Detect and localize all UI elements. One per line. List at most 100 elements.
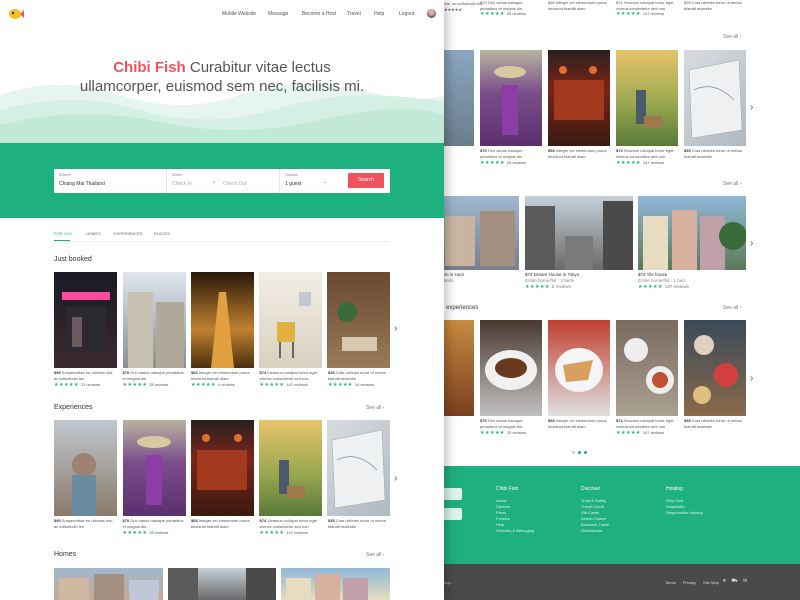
- home-photo-2[interactable]: [168, 568, 276, 600]
- exp-photo-field[interactable]: [259, 420, 322, 516]
- page-root: nisi, ac sollicitudin leo ★★★★★ $70 Orci…: [0, 0, 800, 600]
- heart-icon[interactable]: ♥: [723, 578, 726, 584]
- card-photo-alley[interactable]: [191, 272, 254, 368]
- carousel-dots[interactable]: [572, 451, 592, 456]
- back-food-1[interactable]: [440, 320, 474, 416]
- back-photo-field[interactable]: [616, 50, 678, 146]
- home-photo-3[interactable]: [281, 568, 390, 600]
- search-button[interactable]: Search: [348, 173, 384, 188]
- card-caption[interactable]: $70 Orci varius natoque penatibus et mag…: [480, 0, 540, 18]
- where-value[interactable]: Chiang Mai Thailand: [59, 181, 105, 187]
- home-photo-1[interactable]: [54, 568, 163, 600]
- footer-link[interactable]: Diversity & Belonging: [496, 528, 534, 534]
- home-caption[interactable]: $74 Dream House in Tokyo Entire home/flat…: [525, 272, 625, 290]
- card-caption[interactable]: $35 Cras ultricies tortor ut metus bland…: [328, 518, 390, 529]
- card-caption[interactable]: $35 Cras ultricies tortor ut metus bland…: [684, 148, 744, 159]
- back-photo-market[interactable]: [548, 50, 610, 146]
- back-food-3[interactable]: [548, 320, 610, 416]
- exp-photo-lady[interactable]: [123, 420, 186, 516]
- card-caption[interactable]: $66 Integer vel elementum purus, tincidu…: [548, 418, 608, 429]
- back-photo-map[interactable]: [684, 50, 746, 146]
- chevron-right-icon[interactable]: ›: [750, 373, 753, 384]
- nav-mobile-website[interactable]: Mobile Website: [222, 11, 256, 17]
- tab-for-you[interactable]: FOR YOU: [54, 231, 72, 236]
- footer-bottom-link[interactable]: Terms: [665, 580, 676, 585]
- chevron-right-icon[interactable]: ›: [394, 473, 397, 484]
- chevron-right-icon[interactable]: ›: [750, 102, 753, 113]
- nav-help[interactable]: Help: [374, 11, 384, 17]
- footer-col-title: Chibi Fish: [496, 486, 519, 492]
- avatar[interactable]: [427, 9, 436, 18]
- card-caption[interactable]: $90 Suspendisse eu ultricies nisi, ac so…: [54, 370, 116, 389]
- card-caption[interactable]: $35 Cras ultricies tortor ut metus bland…: [328, 370, 390, 389]
- card-caption[interactable]: $70 Orci varius natoque penatibus et mag…: [480, 148, 540, 167]
- back-food-4[interactable]: [616, 320, 678, 416]
- back-see-all-1[interactable]: See all ›: [723, 34, 741, 40]
- social-icons: ♥ ⛟ ✉: [723, 578, 747, 585]
- nav-message[interactable]: Message: [268, 11, 288, 17]
- footer-bottom-text: ings: [444, 580, 452, 585]
- nav-travel[interactable]: Travel: [347, 11, 361, 17]
- card-caption[interactable]: $74 Vivamus volutpat tortor eget viverra…: [616, 0, 676, 18]
- card-title: Orci varius natoque penatibus et magnis …: [122, 370, 184, 381]
- cart-icon[interactable]: ⛟: [731, 578, 737, 584]
- card-caption[interactable]: $35 Cras ultricies tortor ut metus bland…: [684, 0, 744, 11]
- back-food-5[interactable]: [684, 320, 746, 416]
- review-count: 25 reviews: [506, 160, 526, 165]
- see-all-homes[interactable]: See all ›: [366, 552, 384, 558]
- back-photo-edge[interactable]: [440, 50, 474, 146]
- nav-logout[interactable]: Logout: [399, 11, 414, 17]
- card-caption[interactable]: $66 Integer vel elementum purus, tincidu…: [191, 518, 253, 529]
- when-label: When: [172, 172, 183, 177]
- card-photo-chair[interactable]: [259, 272, 322, 368]
- card-caption[interactable]: $90 Suspendisse eu ultricies nisi, ac so…: [54, 518, 116, 529]
- chevron-right-icon[interactable]: ›: [750, 238, 753, 249]
- card-caption[interactable]: $74 Vivamus volutpat tortor eget viverra…: [616, 418, 676, 437]
- card-caption[interactable]: $66 Integer vel elementum purus, tincidu…: [191, 370, 253, 389]
- card-caption[interactable]: $74 Vivamus volutpat tortor eget viverra…: [616, 148, 676, 167]
- card-photo-livingroom[interactable]: [327, 272, 390, 368]
- guests-value[interactable]: 1 guest: [285, 181, 301, 187]
- back-home-3[interactable]: [638, 196, 746, 270]
- card-caption[interactable]: $70 Orci varius natoque penatibus et mag…: [123, 518, 185, 537]
- card-caption[interactable]: $70 Orci varius natoque penatibus et mag…: [480, 418, 540, 437]
- see-all-experiences[interactable]: See all ›: [366, 405, 384, 411]
- home-caption[interactable]: $74 Tile house Entire home/flat · 1 bed ★★…: [638, 272, 738, 290]
- tab-places[interactable]: PLACES: [154, 231, 170, 236]
- card-caption[interactable]: $66 Integer vel elementum purus, tincidu…: [548, 148, 608, 159]
- footer-bottom-link[interactable]: Privacy: [683, 580, 696, 585]
- back-home-1[interactable]: [440, 196, 519, 270]
- card-caption[interactable]: $70 Orci varius natoque penatibus et mag…: [123, 370, 185, 389]
- checkin-input[interactable]: Check In: [172, 181, 192, 187]
- see-all-label: See all: [366, 405, 382, 411]
- checkout-input[interactable]: Check Out: [223, 181, 247, 187]
- where-field[interactable]: Where Chiang Mai Thailand: [54, 169, 167, 193]
- back-see-all-2[interactable]: See all ›: [723, 181, 741, 187]
- card-price: $66: [191, 518, 199, 523]
- when-field[interactable]: When Check In › Check Out: [167, 169, 280, 193]
- footer-link[interactable]: Guidebooks: [581, 528, 609, 534]
- nav-become-host[interactable]: Become a Host: [302, 11, 336, 17]
- exp-photo-market[interactable]: [54, 420, 117, 516]
- card-price: $35: [328, 370, 336, 375]
- back-food-2[interactable]: [480, 320, 542, 416]
- fish-logo[interactable]: [8, 7, 24, 21]
- card-photo-storefront[interactable]: [54, 272, 117, 368]
- share-icon[interactable]: ✉: [743, 578, 747, 584]
- back-home-2[interactable]: [525, 196, 633, 270]
- card-caption[interactable]: $74 Vivamus volutpat tortor eget viverra…: [260, 370, 322, 389]
- footer-link[interactable]: Responsible Hosting: [666, 510, 703, 516]
- exp-photo-shop[interactable]: [191, 420, 254, 516]
- back-see-all-3[interactable]: See all ›: [723, 305, 741, 311]
- footer-bottom-link[interactable]: Site Map: [703, 580, 719, 585]
- chevron-right-icon[interactable]: ›: [394, 323, 397, 334]
- tab-experiences[interactable]: EXPERIENCES: [114, 231, 142, 236]
- back-photo-lady[interactable]: [480, 50, 542, 146]
- card-caption[interactable]: $35 Cras ultricies tortor ut metus bland…: [684, 418, 744, 429]
- card-photo-houses[interactable]: [123, 272, 186, 368]
- card-caption[interactable]: $74 Vivamus volutpat tortor eget viverra…: [260, 518, 322, 537]
- card-caption[interactable]: $66 Integer vel elementum purus, tincidu…: [548, 0, 608, 11]
- exp-photo-map[interactable]: [327, 420, 390, 516]
- guests-field[interactable]: Guests 1 guest ⌄: [280, 169, 340, 193]
- tab-homes[interactable]: HOMES: [86, 231, 101, 236]
